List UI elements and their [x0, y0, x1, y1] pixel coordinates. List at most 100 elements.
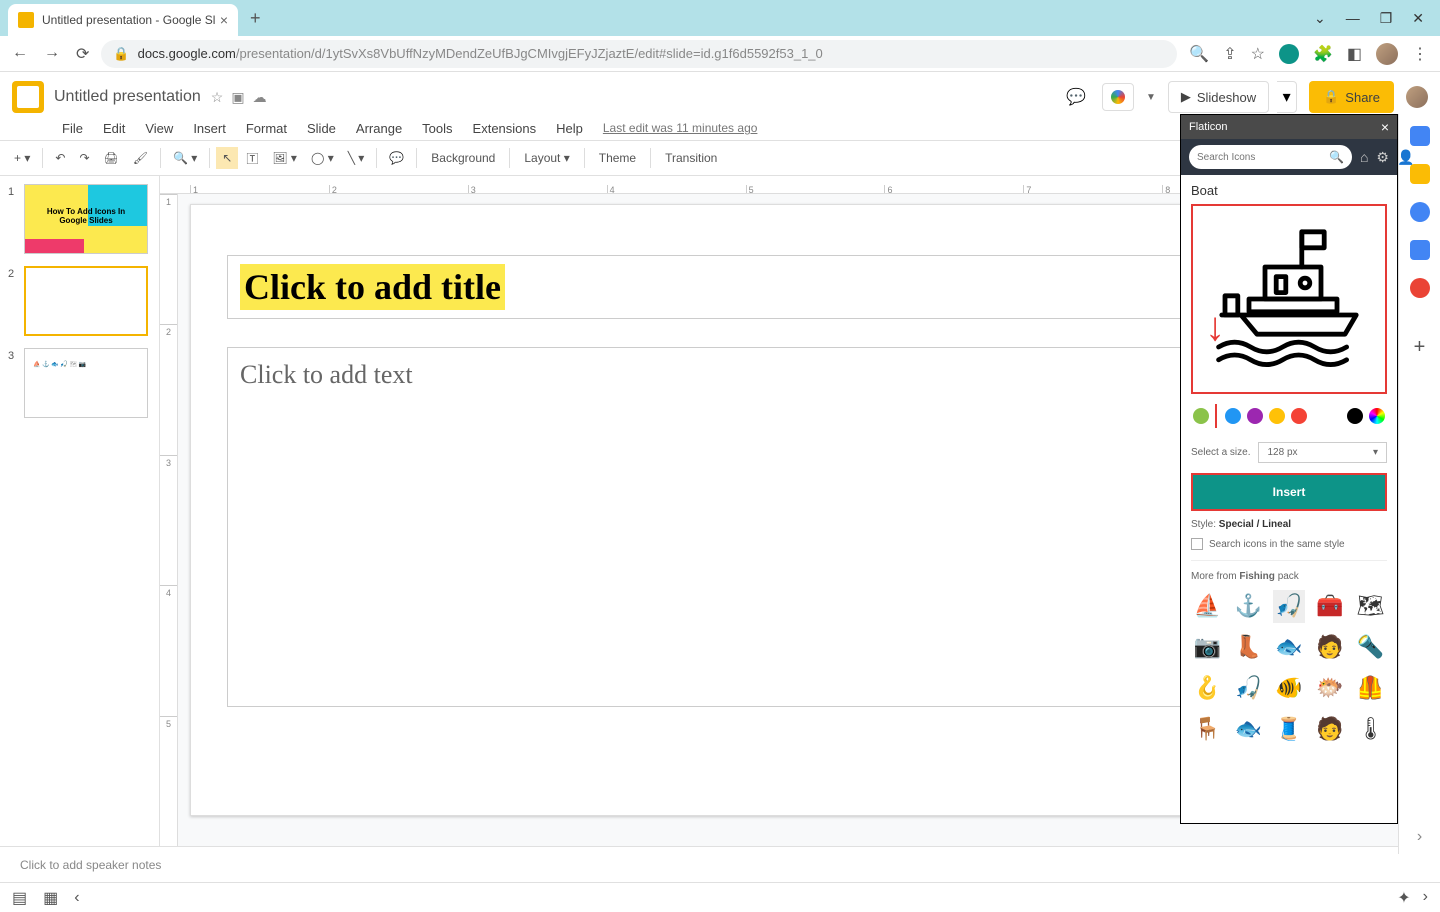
slide-thumbnail-1[interactable]: How To Add Icons In Google Slides	[24, 184, 148, 254]
pack-icon[interactable]: 🧰	[1313, 590, 1346, 623]
select-tool[interactable]: ↖	[216, 147, 238, 169]
close-window-icon[interactable]: ✕	[1412, 10, 1424, 27]
undo-button[interactable]: ↶	[49, 147, 71, 169]
layout-button[interactable]: Layout ▾	[516, 147, 577, 169]
grid-view-icon[interactable]: ▦	[43, 888, 58, 908]
slide-thumbnail-2[interactable]	[24, 266, 148, 336]
profile-avatar[interactable]	[1376, 43, 1398, 65]
extension-icon[interactable]	[1279, 44, 1299, 64]
redo-button[interactable]: ↷	[73, 147, 95, 169]
contacts-icon[interactable]	[1410, 240, 1430, 260]
new-slide-button[interactable]: + ▾	[8, 147, 36, 169]
pack-icon[interactable]: 🐡	[1313, 672, 1346, 705]
pack-icon[interactable]: 🧵	[1273, 712, 1306, 745]
meet-icon[interactable]	[1102, 83, 1134, 111]
minimize-icon[interactable]: —	[1346, 10, 1360, 27]
close-tab-icon[interactable]: ×	[220, 12, 228, 28]
pack-icon[interactable]: 🔦	[1354, 631, 1387, 664]
menu-edit[interactable]: Edit	[95, 119, 133, 138]
hide-sidepanel-icon[interactable]: ›	[1417, 828, 1422, 846]
pack-icon[interactable]: 🪝	[1191, 672, 1224, 705]
slide-thumbnail-3[interactable]: ⛵ ⚓ 🐟 🎣 🗺 📷	[24, 348, 148, 418]
color-swatch-red[interactable]	[1291, 408, 1307, 424]
shape-tool[interactable]: ◯ ▾	[305, 147, 340, 169]
calendar-icon[interactable]	[1410, 126, 1430, 146]
explore-icon[interactable]: ✦	[1397, 888, 1410, 908]
sidepanel-icon[interactable]: ◧	[1347, 44, 1362, 64]
pack-icon[interactable]: 🪑	[1191, 712, 1224, 745]
pack-icon[interactable]: 🐟	[1273, 631, 1306, 664]
forward-icon[interactable]: →	[44, 44, 60, 64]
reload-icon[interactable]: ⟳	[76, 44, 89, 64]
maps-icon[interactable]	[1410, 278, 1430, 298]
color-swatch-black[interactable]	[1347, 408, 1363, 424]
expand-panel-icon[interactable]: ›	[1423, 888, 1428, 908]
share-button[interactable]: 🔒 Share	[1309, 81, 1394, 113]
pack-icon[interactable]: 👢	[1232, 631, 1265, 664]
color-swatch-green[interactable]	[1193, 408, 1209, 424]
last-edit-link[interactable]: Last edit was 11 minutes ago	[603, 121, 758, 135]
meet-dropdown-icon[interactable]: ▼	[1146, 92, 1156, 103]
menu-insert[interactable]: Insert	[185, 119, 234, 138]
star-icon[interactable]: ☆	[211, 89, 224, 106]
transition-button[interactable]: Transition	[657, 147, 725, 169]
settings-icon[interactable]: ⚙	[1376, 149, 1389, 166]
theme-button[interactable]: Theme	[591, 147, 644, 169]
pack-icon[interactable]: ⚓	[1232, 590, 1265, 623]
filmstrip-view-icon[interactable]: ▤	[12, 888, 27, 908]
comment-tool[interactable]: 💬	[383, 147, 410, 169]
share-url-icon[interactable]: ⇪	[1223, 44, 1236, 64]
menu-file[interactable]: File	[54, 119, 91, 138]
pack-icon[interactable]: 🐠	[1273, 672, 1306, 705]
menu-tools[interactable]: Tools	[414, 119, 460, 138]
pack-icon[interactable]: 🐟	[1232, 712, 1265, 745]
menu-help[interactable]: Help	[548, 119, 591, 138]
pack-icon[interactable]: 🧑	[1313, 631, 1346, 664]
menu-view[interactable]: View	[137, 119, 181, 138]
zoom-icon[interactable]: 🔍	[1189, 44, 1209, 64]
pack-icon[interactable]: ⛵	[1191, 590, 1224, 623]
background-button[interactable]: Background	[423, 147, 503, 169]
size-select[interactable]: 128 px ▾	[1258, 442, 1387, 463]
slideshow-dropdown[interactable]: ▾	[1277, 81, 1297, 113]
url-field[interactable]: 🔒 docs.google.com /presentation/d/1ytSvX…	[101, 40, 1177, 68]
speaker-notes[interactable]: Click to add speaker notes	[0, 846, 1440, 882]
kebab-menu-icon[interactable]: ⋮	[1412, 44, 1428, 64]
comments-icon[interactable]: 💬	[1062, 83, 1090, 111]
same-style-checkbox[interactable]	[1191, 538, 1203, 550]
browser-tab[interactable]: Untitled presentation - Google Sl ×	[8, 4, 238, 36]
pack-icon[interactable]: 🧑	[1313, 712, 1346, 745]
menu-format[interactable]: Format	[238, 119, 295, 138]
color-swatch-purple[interactable]	[1247, 408, 1263, 424]
chevron-down-icon[interactable]: ⌄	[1314, 10, 1326, 27]
search-icon[interactable]: 🔍	[1329, 150, 1344, 164]
color-swatch-custom[interactable]	[1369, 408, 1385, 424]
doc-title[interactable]: Untitled presentation	[54, 88, 201, 106]
collapse-panel-icon[interactable]: ‹	[74, 889, 79, 907]
tasks-icon[interactable]	[1410, 202, 1430, 222]
color-swatch-blue[interactable]	[1225, 408, 1241, 424]
cloud-status-icon[interactable]: ☁	[253, 89, 267, 106]
extensions-puzzle-icon[interactable]: 🧩	[1313, 44, 1333, 64]
maximize-icon[interactable]: ❐	[1380, 10, 1393, 27]
account-avatar[interactable]	[1406, 86, 1428, 108]
textbox-tool[interactable]: 🅃	[240, 146, 264, 171]
back-icon[interactable]: ←	[12, 44, 28, 64]
flaticon-search[interactable]: 🔍	[1189, 145, 1352, 169]
search-input[interactable]	[1197, 152, 1329, 163]
pack-icon[interactable]: 🎣	[1273, 590, 1306, 623]
bookmark-icon[interactable]: ☆	[1251, 44, 1265, 64]
close-panel-icon[interactable]: ×	[1381, 119, 1389, 135]
menu-extensions[interactable]: Extensions	[465, 119, 545, 138]
slideshow-button[interactable]: ▶ Slideshow	[1168, 81, 1269, 113]
pack-icon[interactable]: 🌡	[1354, 712, 1387, 745]
menu-arrange[interactable]: Arrange	[348, 119, 410, 138]
pack-icon[interactable]: 📷	[1191, 631, 1224, 664]
pack-icon[interactable]: 🗺	[1354, 590, 1387, 623]
home-icon[interactable]: ⌂	[1360, 149, 1368, 166]
insert-button[interactable]: Insert	[1191, 473, 1387, 511]
move-folder-icon[interactable]: ▣	[231, 89, 244, 106]
pack-icon[interactable]: 🦺	[1354, 672, 1387, 705]
add-addon-icon[interactable]: +	[1414, 336, 1426, 359]
paint-format-button[interactable]: 🖌	[127, 147, 154, 169]
